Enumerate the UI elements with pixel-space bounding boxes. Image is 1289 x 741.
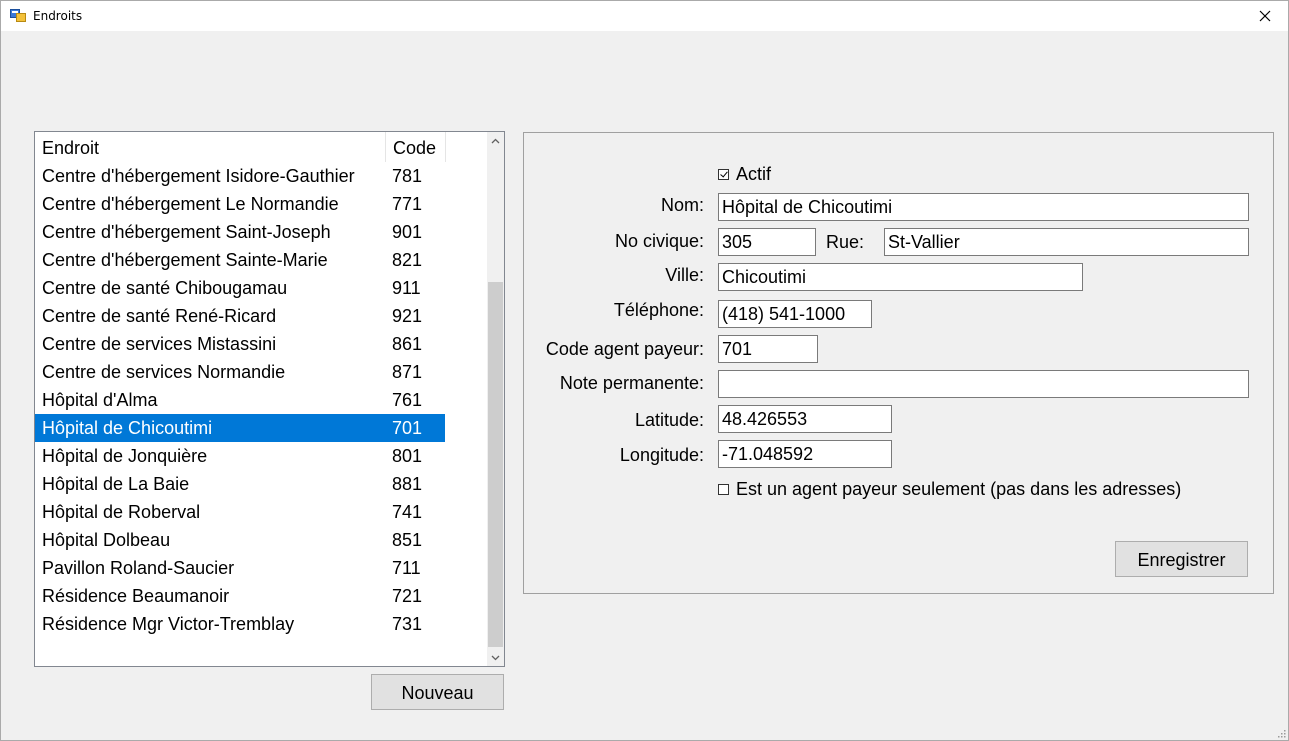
close-button[interactable]: [1242, 1, 1288, 31]
note-field[interactable]: [718, 370, 1249, 398]
window-app-icon: [10, 9, 26, 23]
agent-seulement-checkbox-row[interactable]: Est un agent payeur seulement (pas dans …: [718, 479, 1181, 500]
list-item-code: 861: [392, 334, 423, 354]
scroll-down-button[interactable]: [487, 649, 504, 666]
code-agent-field[interactable]: 701: [718, 335, 818, 363]
list-item[interactable]: Hôpital de Chicoutimi 701: [35, 414, 445, 442]
list-item-name: Hôpital de La Baie: [42, 474, 190, 494]
scroll-thumb[interactable]: [488, 282, 503, 647]
actif-label: Actif: [736, 164, 772, 184]
agent-seulement-label: Est un agent payeur seulement (pas dans …: [736, 479, 1182, 499]
ville-field[interactable]: Chicoutimi: [718, 263, 1083, 291]
list-item[interactable]: Centre d'hébergement Sainte-Marie 821: [35, 246, 445, 274]
list-item[interactable]: Centre de santé René-Ricard 921: [35, 302, 445, 330]
list-item[interactable]: Centre d'hébergement Saint-Joseph 901: [35, 218, 445, 246]
column-header-code[interactable]: Code: [386, 132, 446, 162]
list-item-code: 741: [392, 502, 423, 522]
latitude-field[interactable]: 48.426553: [718, 405, 892, 433]
list-item-name: Centre d'hébergement Saint-Joseph: [42, 222, 331, 242]
list-item-name: Centre d'hébergement Isidore-Gauthier: [42, 166, 355, 186]
list-rows: Centre d'hébergement Isidore-Gauthier 781…: [35, 162, 487, 638]
main-window: Endroits Endroit Code Centre d'hébergeme…: [0, 0, 1289, 741]
ville-label: Ville:: [665, 265, 704, 285]
rue-field[interactable]: St-Vallier: [884, 228, 1249, 256]
list-item-name: Centre d'hébergement Le Normandie: [42, 194, 339, 214]
window-title: Endroits: [33, 9, 83, 23]
list-item[interactable]: Hôpital d'Alma 761: [35, 386, 445, 414]
list-item-code: 801: [392, 446, 423, 466]
longitude-label: Longitude:: [619, 445, 704, 465]
save-button[interactable]: Enregistrer: [1115, 541, 1248, 577]
no-civique-field[interactable]: 305: [718, 228, 816, 256]
list-item[interactable]: Centre d'hébergement Isidore-Gauthier 781: [35, 162, 445, 190]
list-item-code: 881: [392, 474, 423, 494]
list-item-code: 761: [392, 390, 423, 410]
list-item-name: Résidence Beaumanoir: [42, 586, 230, 606]
locations-list[interactable]: Endroit Code Centre d'hébergement Isidor…: [34, 131, 505, 667]
list-item-code: 911: [392, 278, 421, 298]
longitude-field[interactable]: -71.048592: [718, 440, 892, 468]
list-item-code: 871: [392, 362, 423, 382]
list-item-code: 901: [392, 222, 423, 242]
list-item-code: 851: [392, 530, 423, 550]
list-item-name: Pavillon Roland-Saucier: [42, 558, 235, 578]
list-item-name: Résidence Mgr Victor-Tremblay: [42, 614, 295, 634]
list-header: Endroit Code: [35, 132, 487, 162]
title-bar: Endroits: [1, 1, 1288, 31]
chevron-up-icon: [491, 138, 500, 143]
close-icon: [1259, 10, 1271, 22]
latitude-label: Latitude:: [634, 410, 704, 430]
rue-label: Rue:: [826, 232, 865, 252]
new-button[interactable]: Nouveau: [371, 674, 504, 710]
list-item-name: Hôpital de Chicoutimi: [42, 418, 213, 438]
list-item-name: Hôpital de Jonquière: [42, 446, 208, 466]
list-item[interactable]: Pavillon Roland-Saucier 711: [35, 554, 445, 582]
list-item-code: 721: [392, 586, 423, 606]
list-item[interactable]: Résidence Mgr Victor-Tremblay 731: [35, 610, 445, 638]
list-item[interactable]: Hôpital de Jonquière 801: [35, 442, 445, 470]
scroll-up-button[interactable]: [487, 132, 504, 149]
list-item-name: Centre de santé Chibougamau: [42, 278, 288, 298]
list-item-name: Centre de services Normandie: [42, 362, 286, 382]
list-item[interactable]: Centre de services Normandie 871: [35, 358, 445, 386]
list-item-code: 921: [392, 306, 423, 326]
list-item[interactable]: Centre de santé Chibougamau 911: [35, 274, 445, 302]
actif-checkbox-row[interactable]: Actif: [718, 164, 771, 185]
list-item-name: Centre de services Mistassini: [42, 334, 277, 354]
agent-seulement-checkbox[interactable]: [718, 484, 729, 495]
list-item-name: Hôpital Dolbeau: [42, 530, 171, 550]
list-item-code: 711: [392, 558, 421, 578]
note-label: Note permanente:: [559, 373, 704, 393]
list-item-code: 731: [392, 614, 423, 634]
list-item-code: 771: [392, 194, 423, 214]
code-agent-label: Code agent payeur:: [545, 339, 704, 359]
nom-label: Nom:: [660, 195, 704, 215]
nom-field[interactable]: Hôpital de Chicoutimi: [718, 193, 1249, 221]
list-item-name: Centre de santé René-Ricard: [42, 306, 277, 326]
vertical-scrollbar[interactable]: [487, 132, 504, 666]
list-item-name: Centre d'hébergement Sainte-Marie: [42, 250, 328, 270]
actif-checkbox[interactable]: [718, 169, 729, 180]
telephone-field[interactable]: (418) 541-1000: [718, 300, 872, 328]
list-item[interactable]: Centre d'hébergement Le Normandie 771: [35, 190, 445, 218]
list-item-code: 821: [392, 250, 423, 270]
chevron-down-icon: [491, 655, 500, 660]
list-item[interactable]: Centre de services Mistassini 861: [35, 330, 445, 358]
list-item-code: 701: [392, 418, 423, 438]
list-item[interactable]: Hôpital de La Baie 881: [35, 470, 445, 498]
list-item-name: Hôpital de Roberval: [42, 502, 201, 522]
list-item-code: 781: [392, 166, 423, 186]
list-item[interactable]: Résidence Beaumanoir 721: [35, 582, 445, 610]
telephone-label: Téléphone:: [613, 300, 704, 320]
no-civique-label: No civique:: [614, 231, 704, 251]
list-item[interactable]: Hôpital Dolbeau 851: [35, 526, 445, 554]
column-header-endroit[interactable]: Endroit: [35, 132, 386, 162]
list-item[interactable]: Hôpital de Roberval 741: [35, 498, 445, 526]
list-item-name: Hôpital d'Alma: [42, 390, 158, 410]
resize-grip-icon[interactable]: [1276, 728, 1286, 738]
